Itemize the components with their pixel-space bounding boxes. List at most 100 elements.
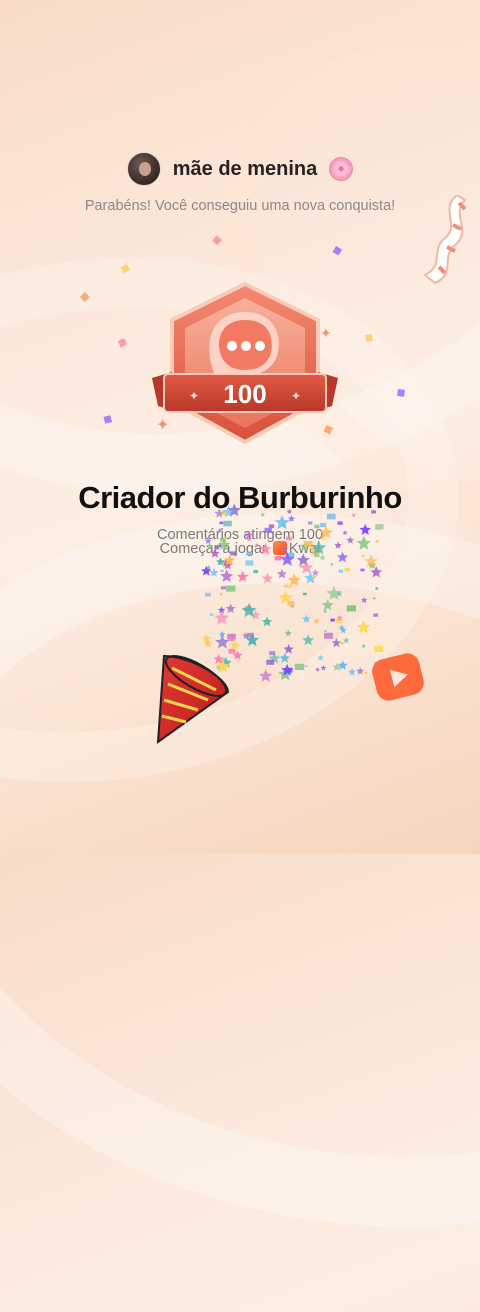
confetti-piece — [321, 599, 334, 611]
confetti-piece — [340, 642, 344, 645]
confetti-piece — [373, 613, 379, 617]
confetti-piece — [216, 557, 225, 566]
confetti-piece — [347, 667, 357, 676]
confetti-piece — [120, 263, 130, 274]
confetti-piece — [226, 585, 236, 592]
confetti-piece — [346, 605, 357, 612]
confetti-piece — [338, 624, 345, 631]
kwai-logo-icon — [272, 541, 287, 555]
confetti-piece — [225, 603, 236, 613]
confetti-piece — [331, 638, 342, 648]
confetti-piece — [323, 632, 333, 639]
avatar[interactable] — [126, 152, 161, 186]
confetti-piece — [337, 660, 348, 670]
confetti-piece — [284, 629, 292, 637]
confetti-piece — [220, 569, 224, 572]
cta-app-name: Kwai — [288, 541, 321, 557]
confetti-piece — [236, 570, 249, 582]
congrats-subtitle: Parabéns! Você conseguiu uma nova conqui… — [84, 198, 396, 214]
confetti-piece — [374, 586, 379, 591]
confetti-piece — [290, 605, 295, 608]
confetti-piece — [287, 584, 293, 589]
confetti-piece — [372, 597, 376, 600]
confetti-piece — [268, 652, 281, 664]
confetti-piece — [311, 575, 315, 578]
confetti-piece — [304, 665, 308, 668]
confetti-piece — [227, 633, 236, 640]
confetti-piece — [219, 591, 224, 596]
confetti-piece — [279, 652, 291, 663]
confetti-piece — [259, 669, 273, 682]
confetti-piece — [367, 560, 377, 569]
confetti-piece — [261, 616, 273, 627]
confetti-piece — [245, 633, 260, 647]
confetti-piece — [244, 606, 252, 611]
play-cta[interactable]: Começar a jogar Kwai — [0, 541, 480, 557]
confetti-piece — [283, 654, 289, 660]
confetti-piece — [276, 568, 287, 579]
confetti-piece — [247, 632, 254, 638]
confetti-piece — [218, 630, 226, 638]
svg-text:✦: ✦ — [291, 389, 301, 403]
confetti-piece — [223, 520, 232, 527]
confetti-piece — [223, 560, 233, 570]
confetti-piece — [324, 630, 327, 632]
confetti-piece — [302, 634, 315, 646]
confetti-piece — [222, 563, 228, 568]
confetti-piece — [336, 614, 343, 621]
svg-text:✦: ✦ — [320, 325, 332, 341]
achievement-title: Criador do Burburinho — [78, 480, 402, 515]
confetti-piece — [283, 643, 294, 654]
badge-count: 100 — [223, 379, 266, 409]
confetti-piece — [285, 667, 293, 673]
confetti-piece — [308, 521, 313, 525]
confetti-piece — [103, 415, 113, 424]
confetti-piece — [329, 562, 334, 567]
confetti-piece — [220, 569, 234, 582]
confetti-piece — [229, 639, 240, 650]
svg-text:✦: ✦ — [189, 389, 199, 403]
confetti-piece — [299, 560, 314, 574]
party-horn-icon — [156, 654, 230, 745]
confetti-piece — [323, 608, 328, 613]
confetti-piece — [330, 618, 335, 622]
confetti-piece — [356, 620, 371, 634]
cherry-blossom-icon: 🌸 — [329, 157, 354, 181]
confetti-piece — [365, 334, 374, 343]
confetti-piece — [313, 618, 320, 624]
confetti-piece — [214, 610, 230, 625]
cta-prefix: Começar a jogar — [159, 541, 267, 557]
confetti-piece — [344, 567, 350, 572]
confetti-piece — [311, 569, 319, 577]
background-swirl — [0, 427, 480, 1312]
confetti-piece — [212, 235, 223, 246]
confetti-piece — [205, 564, 212, 571]
confetti-piece — [303, 592, 307, 596]
confetti-piece — [360, 568, 365, 572]
achievement-badge: 100 ✦ ✦ ✦ ✦ — [152, 281, 338, 445]
confetti-piece — [337, 521, 343, 525]
confetti-piece — [298, 563, 304, 569]
confetti-piece — [332, 662, 342, 671]
confetti-piece — [304, 571, 317, 584]
confetti-piece — [320, 664, 327, 671]
confetti-piece — [315, 667, 320, 672]
confetti-piece — [217, 606, 226, 614]
confetti-piece — [245, 560, 254, 566]
confetti-piece — [332, 246, 343, 256]
confetti-piece — [229, 637, 235, 642]
confetti-piece — [202, 633, 211, 643]
username: mãe de menina — [172, 157, 318, 180]
confetti-piece — [287, 601, 295, 606]
confetti-piece — [361, 643, 366, 649]
confetti-piece — [215, 634, 230, 649]
confetti-piece — [287, 573, 301, 586]
confetti-piece — [294, 663, 305, 671]
confetti-piece — [117, 338, 128, 348]
confetti-piece — [242, 632, 250, 639]
play-button-decoration — [372, 653, 424, 701]
confetti-piece — [250, 610, 261, 620]
confetti-piece — [288, 515, 295, 522]
confetti-piece — [335, 590, 343, 597]
confetti-piece — [221, 558, 231, 567]
